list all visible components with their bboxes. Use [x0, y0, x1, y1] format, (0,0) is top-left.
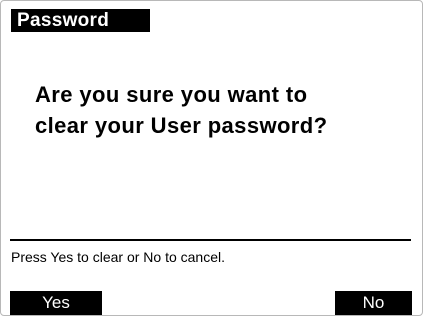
question-line-1: Are you sure you want to	[35, 82, 308, 107]
dialog-title: Password	[11, 9, 150, 32]
yes-button[interactable]: Yes	[10, 291, 102, 315]
dialog-screen: Password Are you sure you want to clear …	[0, 0, 423, 316]
instruction-text: Press Yes to clear or No to cancel.	[11, 249, 225, 265]
confirmation-question: Are you sure you want to clear your User…	[35, 79, 405, 141]
no-button[interactable]: No	[335, 291, 412, 315]
question-line-2: clear your User password?	[35, 113, 328, 138]
footer-divider	[10, 239, 411, 241]
